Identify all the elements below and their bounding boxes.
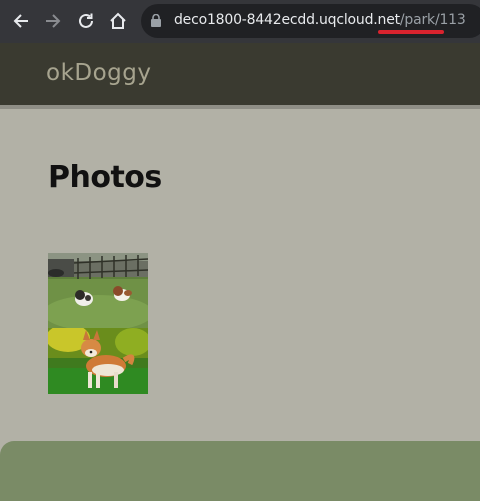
photo-shiba-inu[interactable] xyxy=(48,328,148,394)
site-header: okDoggy xyxy=(0,43,480,105)
lock-icon xyxy=(151,14,161,27)
site-footer xyxy=(0,441,480,501)
header-divider xyxy=(0,105,480,109)
url-path: /park/113 xyxy=(399,12,466,28)
back-icon xyxy=(13,14,28,28)
forward-icon xyxy=(46,14,61,28)
home-button[interactable] xyxy=(103,6,133,36)
forward-button[interactable] xyxy=(38,6,68,36)
photo-image xyxy=(48,253,148,328)
reload-button[interactable] xyxy=(71,6,101,36)
photo-image xyxy=(48,328,148,394)
url-text: deco1800-8442ecdd.uqcloud.net/park/113 xyxy=(174,12,466,28)
url-path-highlight xyxy=(378,30,444,34)
site-logo[interactable]: okDoggy xyxy=(46,60,151,86)
reload-icon xyxy=(79,13,93,28)
page-title: Photos xyxy=(48,160,162,195)
url-host: deco1800-8442ecdd.uqcloud.net xyxy=(174,12,400,28)
photo-dogs-playing[interactable] xyxy=(48,253,148,328)
back-button[interactable] xyxy=(6,6,36,36)
browser-toolbar: deco1800-8442ecdd.uqcloud.net/park/113 xyxy=(0,0,480,43)
home-icon xyxy=(110,12,126,29)
address-bar[interactable]: deco1800-8442ecdd.uqcloud.net/park/113 xyxy=(141,4,480,38)
